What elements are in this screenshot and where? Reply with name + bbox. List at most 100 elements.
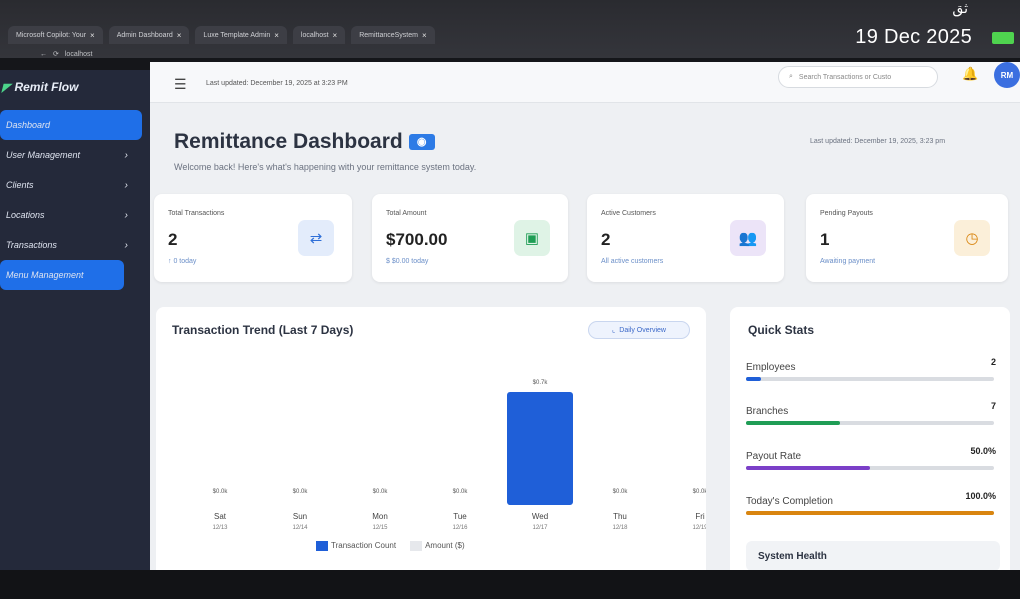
stat-value: 2 [168, 230, 178, 249]
browser-tab[interactable]: Microsoft Copilot: Your × [8, 26, 103, 44]
chart-tick-label: Mon [372, 512, 388, 521]
stat-subtext: Awaiting payment [820, 258, 876, 265]
chart-data-label: $0.0k [213, 489, 229, 495]
chart-tick-label: Thu [613, 512, 627, 521]
tab-strip: Microsoft Copilot: Your × Admin Dashboard ×… [0, 26, 708, 44]
chart-tick-label: Tue [453, 512, 467, 521]
sidebar-item-locations[interactable]: Locations › [0, 200, 150, 230]
back-icon[interactable]: ← [40, 51, 47, 58]
stat-label: Active Customers [601, 210, 656, 217]
quick-stat-label: Today's Completion [746, 496, 833, 507]
sidebar-item-label: Clients [6, 180, 34, 190]
close-icon[interactable]: × [422, 31, 427, 40]
chart-line-icon: ⌞ [612, 327, 616, 334]
system-health-panel[interactable]: System Health [746, 541, 1000, 570]
browser-tab[interactable]: RemittanceSystem × [351, 26, 435, 44]
hamburger-menu-icon[interactable]: ☰ [174, 76, 187, 93]
browser-tab[interactable]: localhost × [292, 26, 346, 44]
browser-tab-label: Admin Dashboard [116, 31, 173, 39]
sidebar-item-user-management[interactable]: User Management › [0, 140, 150, 170]
photo-date-stamp: 19 Dec 2025 [855, 26, 972, 48]
brand[interactable]: ◤ Remit Flow [0, 80, 78, 94]
daily-overview-button[interactable]: ⌞ Daily Overview [588, 321, 690, 339]
close-icon[interactable]: × [333, 31, 338, 40]
progress-track [746, 466, 994, 470]
brand-logo-icon: ◤ [2, 81, 11, 94]
close-icon[interactable]: × [90, 31, 95, 40]
chart-bar[interactable] [507, 392, 573, 505]
browser-tab-label: localhost [300, 31, 329, 39]
quick-stat-label: Employees [746, 362, 796, 373]
sidebar-item-label: Transactions [6, 240, 57, 250]
quick-stat-branches: Branches 7 [746, 401, 996, 425]
quick-stat-payout-rate: Payout Rate 50.0% [746, 446, 996, 470]
battery-icon [992, 32, 1014, 44]
sidebar-item-label: Locations [6, 210, 45, 220]
top-bar: ☰ Last updated: December 19, 2025 at 3:2… [150, 62, 1020, 103]
dashboard-screen: ☰ Last updated: December 19, 2025 at 3:2… [150, 62, 1020, 570]
chart-data-label: $0.7k [533, 380, 549, 386]
stat-label: Total Amount [386, 210, 427, 217]
browser-tab[interactable]: Luxe Template Admin × [195, 26, 287, 44]
sidebar: ◤ Remit Flow Dashboard User Management › Cl… [0, 70, 150, 570]
chart-tick-label: Sat [214, 512, 227, 521]
search-placeholder: Search Transactions or Custo [798, 73, 892, 81]
notification-bell-icon[interactable]: 🔔 [962, 66, 978, 82]
system-health-title: System Health [758, 551, 827, 562]
legend-swatch [316, 541, 328, 551]
chart-data-label: $0.0k [373, 489, 389, 495]
swap-arrows-icon: ⇄ [298, 220, 334, 256]
sidebar-item-dashboard[interactable]: Dashboard [0, 110, 142, 140]
search-input[interactable]: ⌕ Search Transactions or Custo [778, 66, 938, 88]
stat-card: Active Customers 2 All active customers 👥 [587, 194, 784, 282]
browser-tab[interactable]: Admin Dashboard × [108, 26, 190, 44]
search-icon: ⌕ [789, 73, 793, 80]
quick-stat-employees: Employees 2 [746, 357, 996, 381]
legend-label: Amount ($) [425, 541, 465, 551]
chart-data-label: $0.0k [693, 489, 706, 495]
chart-title: Transaction Trend (Last 7 Days) [172, 323, 354, 337]
progress-track [746, 511, 994, 515]
avatar[interactable]: RM [994, 62, 1020, 88]
close-icon[interactable]: × [177, 31, 182, 40]
stat-subtext: All active customers [601, 258, 664, 265]
monitor-bottom-bezel [0, 570, 1020, 599]
daily-overview-label: Daily Overview [619, 326, 666, 334]
clock-icon: ◷ [954, 220, 990, 256]
transaction-trend-card: Transaction Trend (Last 7 Days) ⌞ Daily … [156, 307, 706, 570]
stat-label: Total Transactions [168, 210, 225, 217]
brand-name: Remit Flow [14, 80, 79, 94]
chevron-right-icon: › [124, 239, 128, 251]
stat-card: Total Transactions 2 ↑ 0 today ⇄ [154, 194, 352, 282]
legend-swatch [410, 541, 423, 551]
stat-value: 1 [820, 230, 830, 249]
legend-item[interactable]: Amount ($) [410, 541, 465, 551]
sidebar-item-menu-management[interactable]: Menu Management [0, 260, 124, 290]
sidebar-item-label: Dashboard [6, 120, 51, 130]
progress-track [746, 421, 994, 425]
sidebar-item-clients[interactable]: Clients › [0, 170, 150, 200]
quick-stat-value: 7 [990, 401, 996, 411]
chart-tick-label: Wed [532, 512, 548, 521]
chart-tick-date: 12/14 [292, 525, 308, 531]
browser-tab-label: RemittanceSystem [359, 31, 418, 39]
legend-label: Transaction Count [331, 541, 397, 551]
quick-stat-label: Payout Rate [746, 451, 802, 462]
reload-icon[interactable]: ⟳ [53, 50, 59, 58]
chevron-right-icon: › [124, 179, 128, 191]
header-last-updated: Last updated: December 19, 2025, 3:23 pm [810, 138, 946, 145]
chart-tick-date: 12/15 [372, 525, 388, 531]
address-bar[interactable]: ← ⟳ localhost [40, 48, 320, 60]
chart-tick-date: 12/17 [532, 525, 548, 531]
quick-stat-label: Branches [746, 406, 789, 417]
legend-item[interactable]: Transaction Count [316, 541, 396, 551]
progress-fill [746, 421, 841, 425]
progress-fill [746, 377, 761, 381]
close-icon[interactable]: × [274, 31, 279, 40]
stat-card: Pending Payouts 1 Awaiting payment ◷ [806, 194, 1008, 282]
sidebar-item-transactions[interactable]: Transactions › [0, 230, 150, 260]
quick-stat-value: 2 [990, 357, 996, 367]
browser-tab-label: Microsoft Copilot: Your [16, 31, 87, 39]
stat-card: Total Amount $700.00 $ $0.00 today ▣ [372, 194, 568, 282]
welcome-text: Welcome back! Here's what's happening wi… [174, 162, 477, 172]
